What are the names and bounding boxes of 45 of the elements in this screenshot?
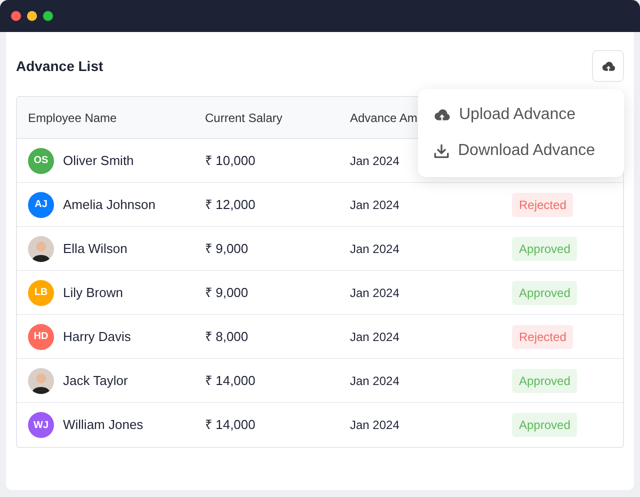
window-control[interactable] [27,11,37,21]
salary-cell: ₹ 12,000 [205,196,256,212]
status-badge: Rejected [512,192,574,216]
avatar: WJ [28,412,54,438]
month-cell: Jan 2024 [350,242,400,256]
avatar-icon [28,236,54,262]
menu-item[interactable]: Download Advance [433,133,609,169]
employee-name: Jack Taylor [63,372,128,390]
month-cell: Jan 2024 [350,374,400,388]
status-badge: Approved [512,280,578,304]
status-badge: Approved [512,236,578,260]
column-header: Advance Am [350,110,418,124]
salary-cell: ₹ 14,000 [205,417,256,432]
month-cell: Jan 2024 [350,154,400,168]
status-badge: Rejected [512,324,574,348]
employee-name: Harry Davis [63,328,131,346]
download-icon [433,142,450,160]
employee-name: Amelia Johnson [63,196,156,214]
window-control[interactable] [11,11,21,21]
avatar: HD [28,324,54,350]
employee-name: William Jones [63,416,144,434]
avatar: AJ [28,192,54,218]
avatar-icon [28,368,54,394]
salary-cell: ₹ 9,000 [205,284,248,300]
menu-item[interactable]: Upload Advance [433,97,609,133]
avatar: OS [28,148,54,174]
employee-name: Lily Brown [63,284,123,302]
status-badge: Approved [512,368,578,392]
employee-name: Oliver Smith [63,152,134,170]
month-cell: Jan 2024 [350,198,400,212]
employee-name: Ella Wilson [63,240,128,258]
salary-cell: ₹ 10,000 [205,152,256,168]
salary-cell: ₹ 14,000 [205,372,256,388]
window-control[interactable] [43,11,53,21]
salary-cell: ₹ 8,000 [205,328,248,344]
month-cell: Jan 2024 [350,418,400,432]
column-header: Current Salary [205,110,282,124]
salary-cell: ₹ 9,000 [205,240,248,256]
month-cell: Jan 2024 [350,286,400,300]
column-header: Employee Name [28,110,117,124]
avatar: LB [28,280,54,306]
page-title: Advance List [16,56,104,76]
upload-button[interactable] [592,50,624,82]
month-cell: Jan 2024 [350,330,400,344]
status-badge: Approved [512,413,578,437]
